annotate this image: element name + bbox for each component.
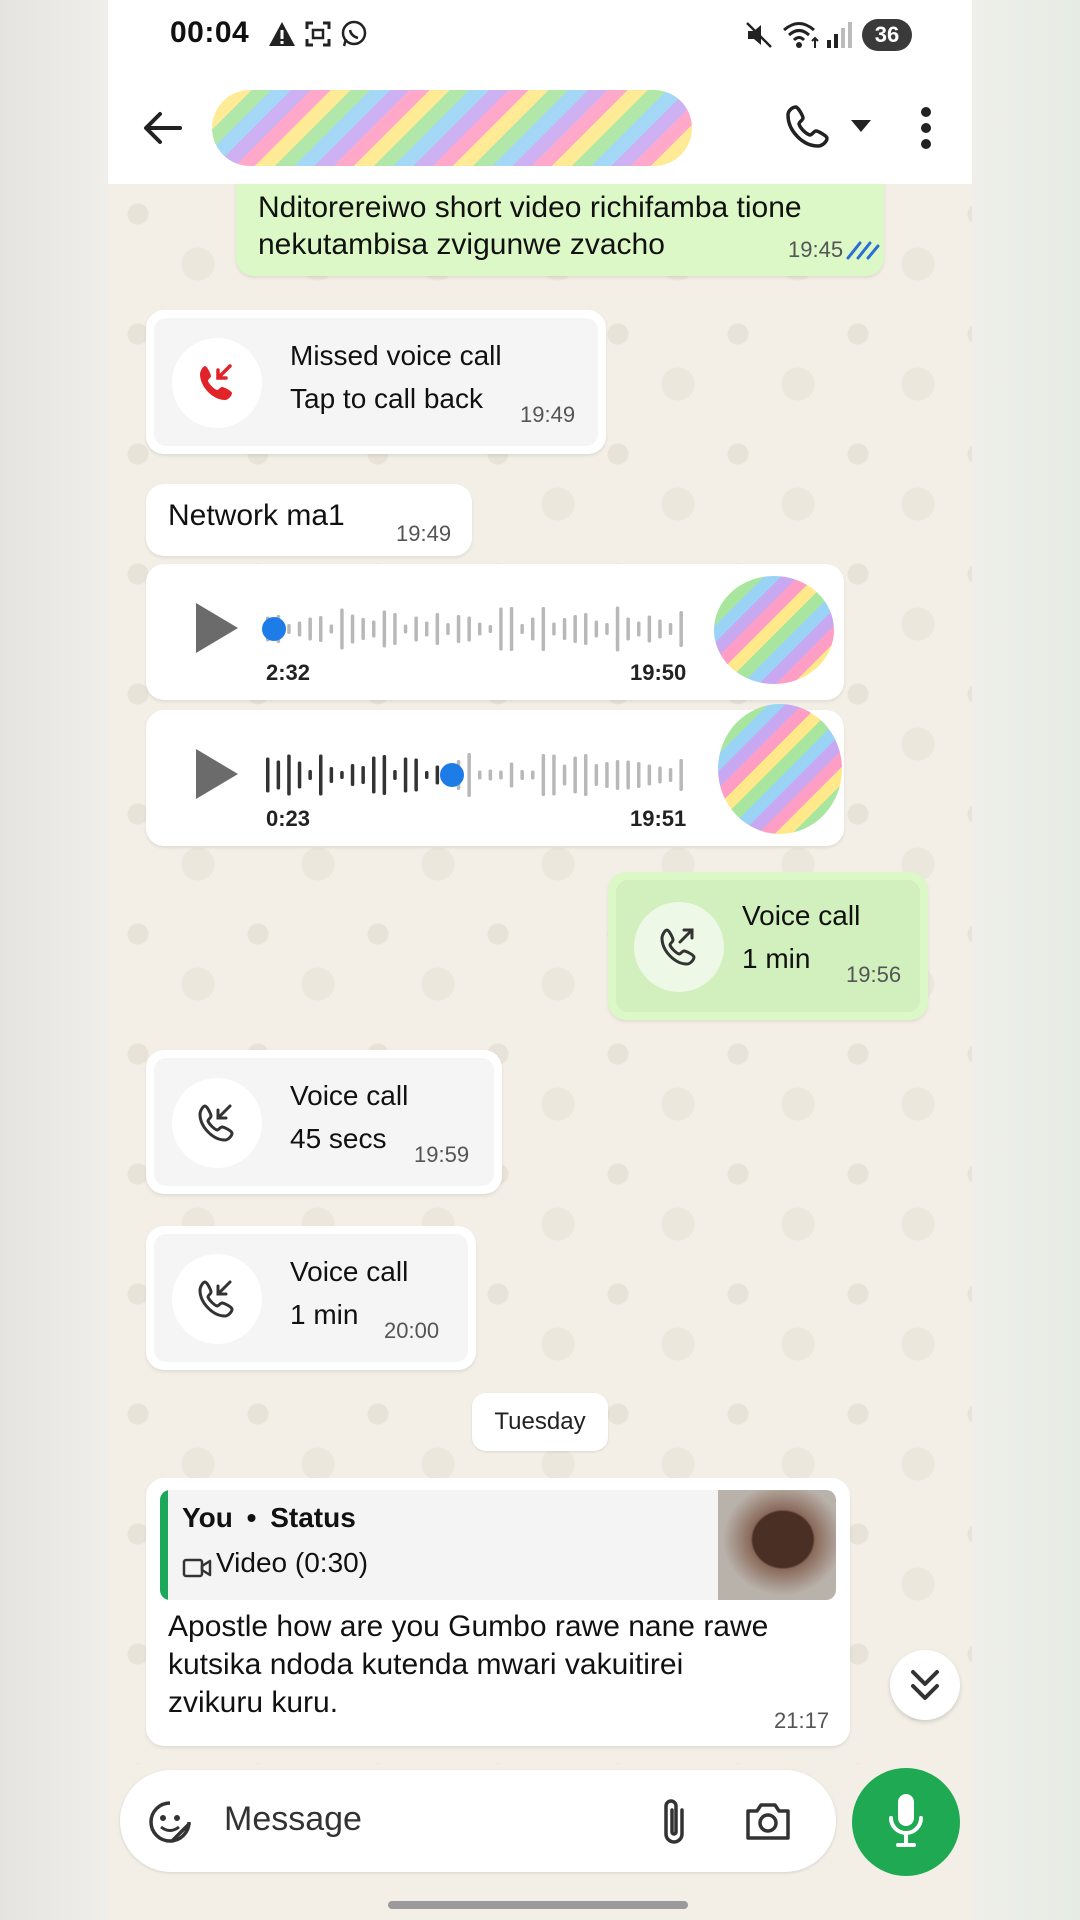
mic-icon [889, 1794, 923, 1847]
message-text: zvikuru kuru. [168, 1686, 339, 1719]
message-time: 19:45 [788, 237, 844, 262]
call-subtitle: 1 min [742, 943, 811, 974]
call-title: Voice call [742, 900, 861, 931]
missed-call-icon [200, 364, 232, 400]
message-input[interactable]: Message [224, 1800, 362, 1839]
message-bubble-incoming-reply[interactable]: You • Status Video (0:30) Apostle how ar… [146, 1478, 850, 1746]
playback-position[interactable] [262, 617, 286, 641]
sticker-icon[interactable] [148, 1800, 192, 1844]
missed-call-bubble[interactable]: Missed voice call Tap to call back 19:49 [146, 310, 606, 454]
whatsapp-icon [341, 20, 367, 47]
left-backdrop [0, 0, 108, 1920]
incoming-call-icon-circle [172, 1078, 262, 1168]
chat-header [108, 72, 972, 184]
message-time: 20:00 [384, 1318, 440, 1343]
record-voice-button[interactable] [852, 1768, 960, 1876]
warning-icon [269, 22, 295, 46]
call-subtitle: 1 min [290, 1299, 359, 1330]
message-text: Apostle how are you Gumbo rawe nane rawe [168, 1610, 769, 1643]
scroll-to-bottom-button[interactable] [890, 1650, 960, 1720]
right-backdrop [972, 0, 1080, 1920]
play-icon[interactable] [196, 603, 238, 653]
status-video-thumbnail [718, 1490, 836, 1600]
missed-call-icon-circle [172, 338, 262, 428]
mute-icon [746, 22, 772, 48]
chat-area[interactable]: Nditorereiwo short video richifamba tion… [108, 184, 972, 1764]
outgoing-call-icon-circle [634, 902, 724, 992]
quoted-status[interactable]: You • Status Video (0:30) [160, 1490, 836, 1600]
message-time: 19:59 [414, 1142, 470, 1167]
call-title: Missed voice call [290, 340, 502, 371]
voice-waveform[interactable] [262, 604, 694, 654]
read-ticks-icon [846, 241, 880, 260]
message-time: 19:49 [520, 402, 576, 427]
camera-icon[interactable] [744, 1800, 792, 1842]
message-text: nekutambisa zvigunwe zvacho [258, 228, 665, 261]
voice-duration: 2:32 [266, 660, 311, 685]
phone-icon[interactable] [784, 102, 832, 150]
play-icon[interactable] [196, 749, 238, 799]
contact-name-redacted[interactable] [212, 90, 692, 166]
call-subtitle: Tap to call back [290, 383, 483, 414]
call-title: Voice call [290, 1256, 409, 1287]
call-title: Voice call [290, 1080, 409, 1111]
arrow-left-icon[interactable] [142, 110, 182, 146]
incoming-call-icon-circle [172, 1254, 262, 1344]
quote-accent-bar [160, 1490, 168, 1600]
voice-note-bubble[interactable]: 2:32 19:50 [146, 564, 844, 700]
message-text: Nditorereiwo short video richifamba tion… [258, 191, 802, 224]
message-time: 19:50 [630, 660, 687, 685]
paperclip-icon[interactable] [660, 1796, 690, 1848]
phone-screen: 00:04 36 Nditorereiwo short video richif… [108, 0, 972, 1920]
sender-avatar-redacted [714, 576, 834, 684]
video-camera-icon [182, 1558, 212, 1578]
message-composer[interactable]: Message [120, 1770, 836, 1872]
wifi-icon [783, 22, 819, 48]
message-time: 19:51 [630, 806, 687, 831]
quote-author: You • Status [182, 1502, 356, 1533]
screenshot-icon [305, 21, 331, 47]
status-time: 00:04 [170, 16, 250, 49]
double-chevron-down-icon [911, 1670, 939, 1700]
incoming-call-icon [198, 1104, 234, 1142]
message-time: 19:56 [846, 962, 902, 987]
incoming-call-icon [198, 1280, 234, 1318]
message-bubble-incoming[interactable]: Network ma1 19:49 [146, 484, 472, 556]
battery-indicator: 36 [862, 19, 912, 51]
message-time: 21:17 [774, 1708, 830, 1733]
incoming-call-bubble[interactable]: Voice call 1 min 20:00 [146, 1226, 476, 1370]
voice-duration: 0:23 [266, 806, 311, 831]
incoming-call-bubble[interactable]: Voice call 45 secs 19:59 [146, 1050, 502, 1194]
gesture-nav-bar[interactable] [388, 1901, 688, 1909]
quote-media-label: Video (0:30) [216, 1547, 369, 1578]
outgoing-call-bubble[interactable]: Voice call 1 min 19:56 [608, 872, 928, 1020]
voice-note-bubble[interactable]: 0:23 19:51 [146, 704, 844, 846]
message-bubble-outgoing[interactable]: Nditorereiwo short video richifamba tion… [236, 184, 884, 276]
voice-waveform[interactable] [262, 750, 694, 800]
status-bar: 00:04 36 [108, 0, 972, 72]
signal-icon [827, 22, 852, 48]
outgoing-call-icon [660, 928, 696, 966]
chevron-down-icon[interactable] [850, 118, 872, 134]
message-time: 19:49 [396, 521, 452, 546]
day-separator: Tuesday [472, 1393, 608, 1451]
sender-avatar-redacted [718, 704, 842, 834]
message-text: kutsika ndoda kutenda mwari vakuitirei [168, 1648, 684, 1681]
playback-position[interactable] [440, 763, 464, 787]
call-subtitle: 45 secs [290, 1123, 387, 1154]
message-text: Network ma1 [168, 499, 345, 532]
more-vert-icon[interactable] [920, 106, 932, 150]
